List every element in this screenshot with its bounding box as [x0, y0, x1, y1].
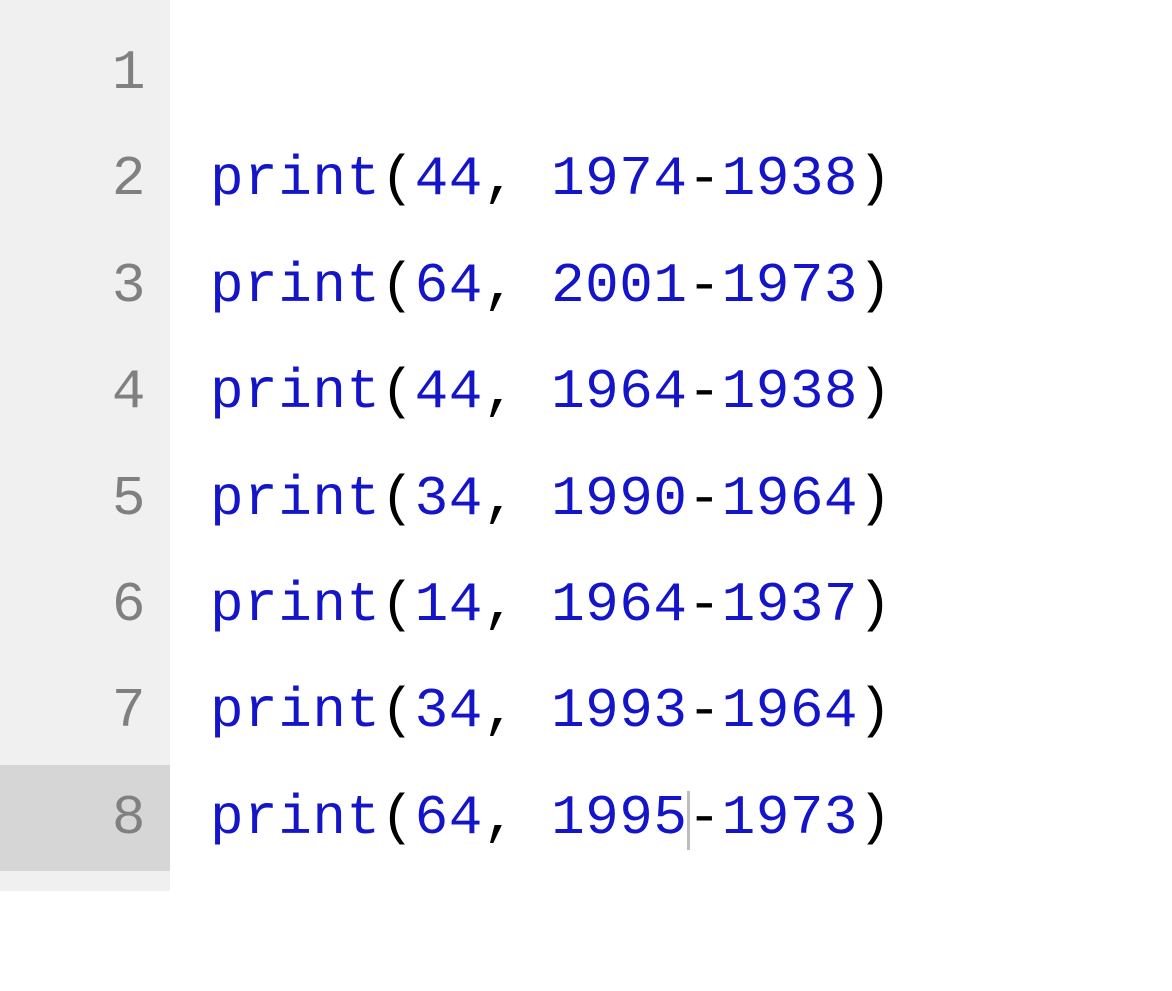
line-number: 4 [40, 339, 146, 445]
token-punct: , [483, 679, 517, 743]
token-num: 64 [415, 786, 483, 850]
line-number: 7 [40, 658, 146, 764]
code-line[interactable]: print(34, 1993-1964) [210, 658, 1172, 764]
token-num: 14 [415, 573, 483, 637]
token-op: - [688, 360, 722, 424]
code-editor-area[interactable]: print(44, 1974-1938)print(64, 2001-1973)… [170, 0, 1172, 891]
token-op: - [688, 679, 722, 743]
token-punct: ) [858, 467, 892, 531]
token-punct: ( [381, 147, 415, 211]
line-number: 3 [40, 233, 146, 339]
token-num: 44 [415, 360, 483, 424]
token-num: 1995 [551, 786, 687, 850]
token-num: 1973 [722, 786, 858, 850]
token-num: 34 [415, 679, 483, 743]
token-punct: , [483, 254, 517, 318]
code-line[interactable]: print(44, 1974-1938) [210, 126, 1172, 232]
token-num: 1990 [551, 467, 687, 531]
token-num: 1993 [551, 679, 687, 743]
line-number: 1 [40, 20, 146, 126]
line-number: 2 [40, 126, 146, 232]
text-cursor [687, 791, 690, 850]
line-number: 8 [0, 765, 170, 871]
token-num: 1938 [722, 360, 858, 424]
token-func: print [210, 679, 381, 743]
token-op: - [688, 786, 722, 850]
token-num: 1974 [551, 147, 687, 211]
token-punct: ) [858, 786, 892, 850]
token-punct: ( [381, 467, 415, 531]
token-num: 1937 [722, 573, 858, 637]
token-punct: ) [858, 360, 892, 424]
code-line[interactable]: print(34, 1990-1964) [210, 446, 1172, 552]
token-num: 1964 [722, 679, 858, 743]
token-punct: ) [858, 679, 892, 743]
token-punct: , [483, 147, 517, 211]
token-func: print [210, 360, 381, 424]
code-line[interactable]: print(44, 1964-1938) [210, 339, 1172, 445]
code-line[interactable]: print(64, 1995-1973) [210, 765, 1172, 871]
token-num: 1964 [551, 573, 687, 637]
token-func: print [210, 786, 381, 850]
token-num: 34 [415, 467, 483, 531]
token-func: print [210, 254, 381, 318]
code-line[interactable]: print(64, 2001-1973) [210, 233, 1172, 339]
token-num: 44 [415, 147, 483, 211]
token-num: 1964 [551, 360, 687, 424]
token-punct: , [483, 360, 517, 424]
token-punct: ( [381, 360, 415, 424]
token-punct: ( [381, 679, 415, 743]
token-op: - [688, 254, 722, 318]
token-punct: ) [858, 573, 892, 637]
token-func: print [210, 573, 381, 637]
token-func: print [210, 467, 381, 531]
token-num: 1964 [722, 467, 858, 531]
token-num: 64 [415, 254, 483, 318]
token-punct: ( [381, 254, 415, 318]
token-punct: , [483, 786, 517, 850]
line-number-gutter: 12345678 [0, 0, 170, 891]
token-punct: ( [381, 573, 415, 637]
token-func: print [210, 147, 381, 211]
token-punct: ) [858, 254, 892, 318]
code-line[interactable]: print(14, 1964-1937) [210, 552, 1172, 658]
token-num: 2001 [551, 254, 687, 318]
token-punct: , [483, 573, 517, 637]
line-number: 6 [40, 552, 146, 658]
token-punct: ) [858, 147, 892, 211]
token-num: 1938 [722, 147, 858, 211]
code-line[interactable] [210, 20, 1172, 126]
token-num: 1973 [722, 254, 858, 318]
token-punct: , [483, 467, 517, 531]
token-op: - [688, 147, 722, 211]
token-op: - [688, 573, 722, 637]
token-punct: ( [381, 786, 415, 850]
line-number: 5 [40, 446, 146, 552]
token-op: - [688, 467, 722, 531]
